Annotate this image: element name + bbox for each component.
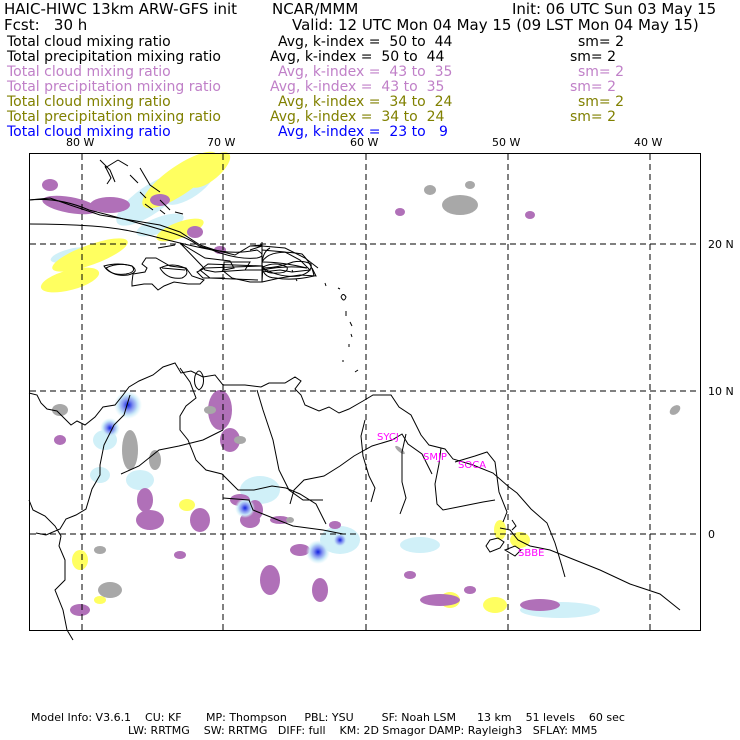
purple-cloud: [54, 435, 66, 445]
yellow-cloud: [483, 597, 507, 613]
purple-cloud: [42, 179, 58, 191]
purple-cloud: [187, 226, 203, 238]
purple-cloud: [136, 510, 164, 530]
purple-cloud: [260, 565, 280, 595]
purple-cloud: [404, 571, 416, 579]
lat-label: 10 N: [708, 385, 734, 398]
lon-label: 40 W: [634, 136, 662, 149]
gray-cloud: [442, 195, 478, 215]
purple-cloud: [464, 586, 476, 594]
lon-label: 60 W: [350, 136, 378, 149]
gray-cloud: [122, 430, 138, 470]
purple-cloud: [137, 488, 153, 512]
lat-label: 20 N: [708, 238, 734, 251]
station-label: SYCJ: [377, 432, 399, 443]
lon-label: 50 W: [492, 136, 520, 149]
lat-label: 0: [708, 528, 715, 541]
gray-cloud: [395, 445, 405, 455]
gray-cloud: [234, 436, 246, 444]
lon-label: 70 W: [207, 136, 235, 149]
purple-cloud: [70, 604, 90, 616]
gray-cloud: [286, 517, 294, 523]
gray-cloud: [424, 185, 436, 195]
model-info-line2: LW: RRTMG SW: RRTMG DIFF: full KM: 2D Sm…: [128, 724, 598, 737]
purple-cloud: [525, 211, 535, 219]
purple-cloud: [90, 197, 130, 213]
purple-cloud: [174, 551, 186, 559]
yellow-cloud: [179, 499, 195, 511]
yellow-cloud: [94, 596, 106, 604]
light-blue-cloud: [400, 537, 440, 553]
blue-cloud-core: [114, 391, 142, 419]
purple-cloud: [420, 594, 460, 606]
gray-cloud: [94, 546, 106, 554]
map-plot: 80 W 70 W 60 W 50 W 40 W 20 N 10 N 0 SYCJ SMJP SOC…: [28, 136, 734, 641]
lon-label: 80 W: [66, 136, 94, 149]
yellow-cloud: [494, 520, 506, 540]
model-info-line1: Model Info: V3.6.1 CU: KF MP: Thompson P…: [31, 711, 625, 724]
blue-cloud-core: [306, 540, 330, 564]
station-label: SOCA: [458, 460, 486, 471]
station-label: SBBE: [518, 548, 544, 559]
purple-cloud: [520, 599, 560, 611]
purple-cloud: [395, 208, 405, 216]
yellow-cloud: [72, 550, 88, 570]
purple-cloud: [329, 521, 341, 529]
gray-cloud: [465, 181, 475, 189]
cloud-fields: [40, 151, 681, 618]
station-label: SMJP: [423, 452, 447, 463]
light-blue-cloud: [126, 470, 154, 490]
blue-cloud-core: [100, 418, 120, 438]
purple-cloud: [312, 578, 328, 602]
gray-cloud: [204, 406, 216, 414]
gray-cloud: [669, 405, 681, 415]
purple-cloud: [190, 508, 210, 532]
gray-cloud: [98, 582, 122, 598]
